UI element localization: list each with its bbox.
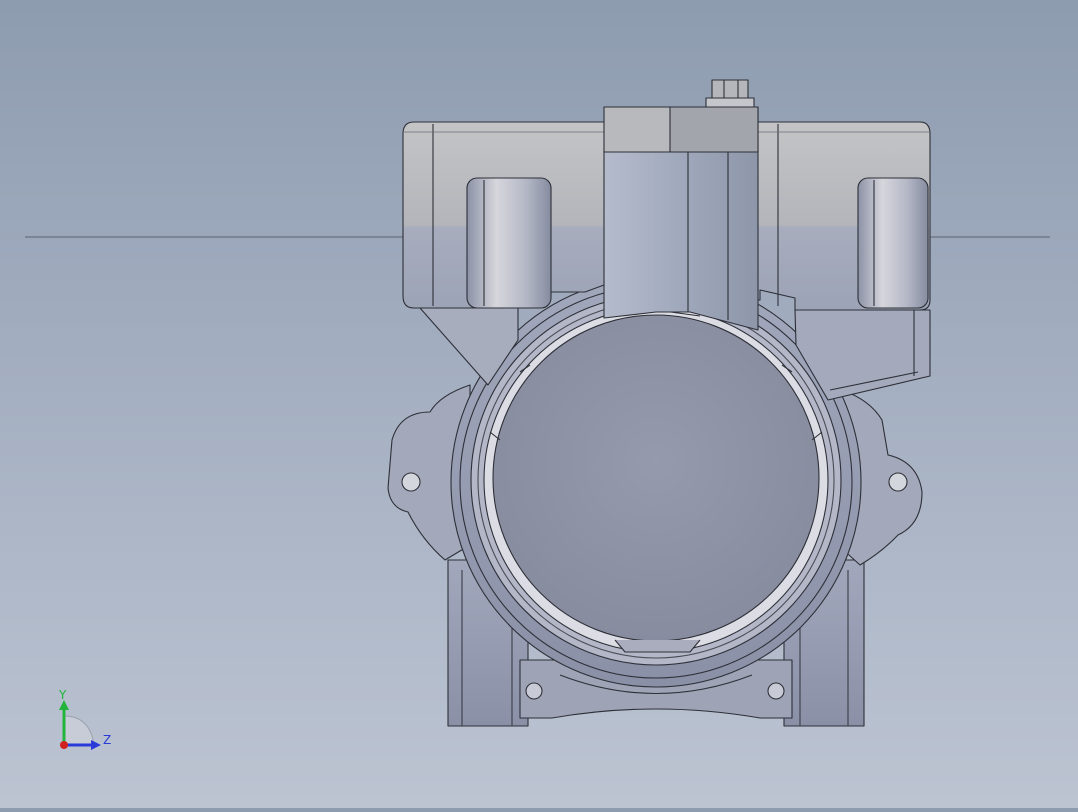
bore-disc[interactable] <box>492 314 820 642</box>
bridge-hole-right <box>767 682 785 700</box>
triad-plane-indicator <box>63 715 95 746</box>
bolt-washer[interactable] <box>705 97 755 108</box>
z-axis-label: Z <box>103 733 111 747</box>
bridge-hole-left <box>525 682 543 700</box>
orientation-triad[interactable]: Y Z <box>58 688 111 750</box>
left-lug-hole <box>401 472 421 492</box>
part-model[interactable] <box>387 79 931 727</box>
right-lug-hole <box>888 472 908 492</box>
right-boss[interactable] <box>857 177 929 309</box>
graphics-viewport[interactable]: Y Z <box>0 0 1078 808</box>
bolt-head[interactable] <box>711 79 749 99</box>
center-post[interactable] <box>603 149 759 331</box>
x-axis-origin <box>60 741 68 749</box>
y-axis-label: Y <box>58 688 67 702</box>
left-boss[interactable] <box>466 177 552 309</box>
